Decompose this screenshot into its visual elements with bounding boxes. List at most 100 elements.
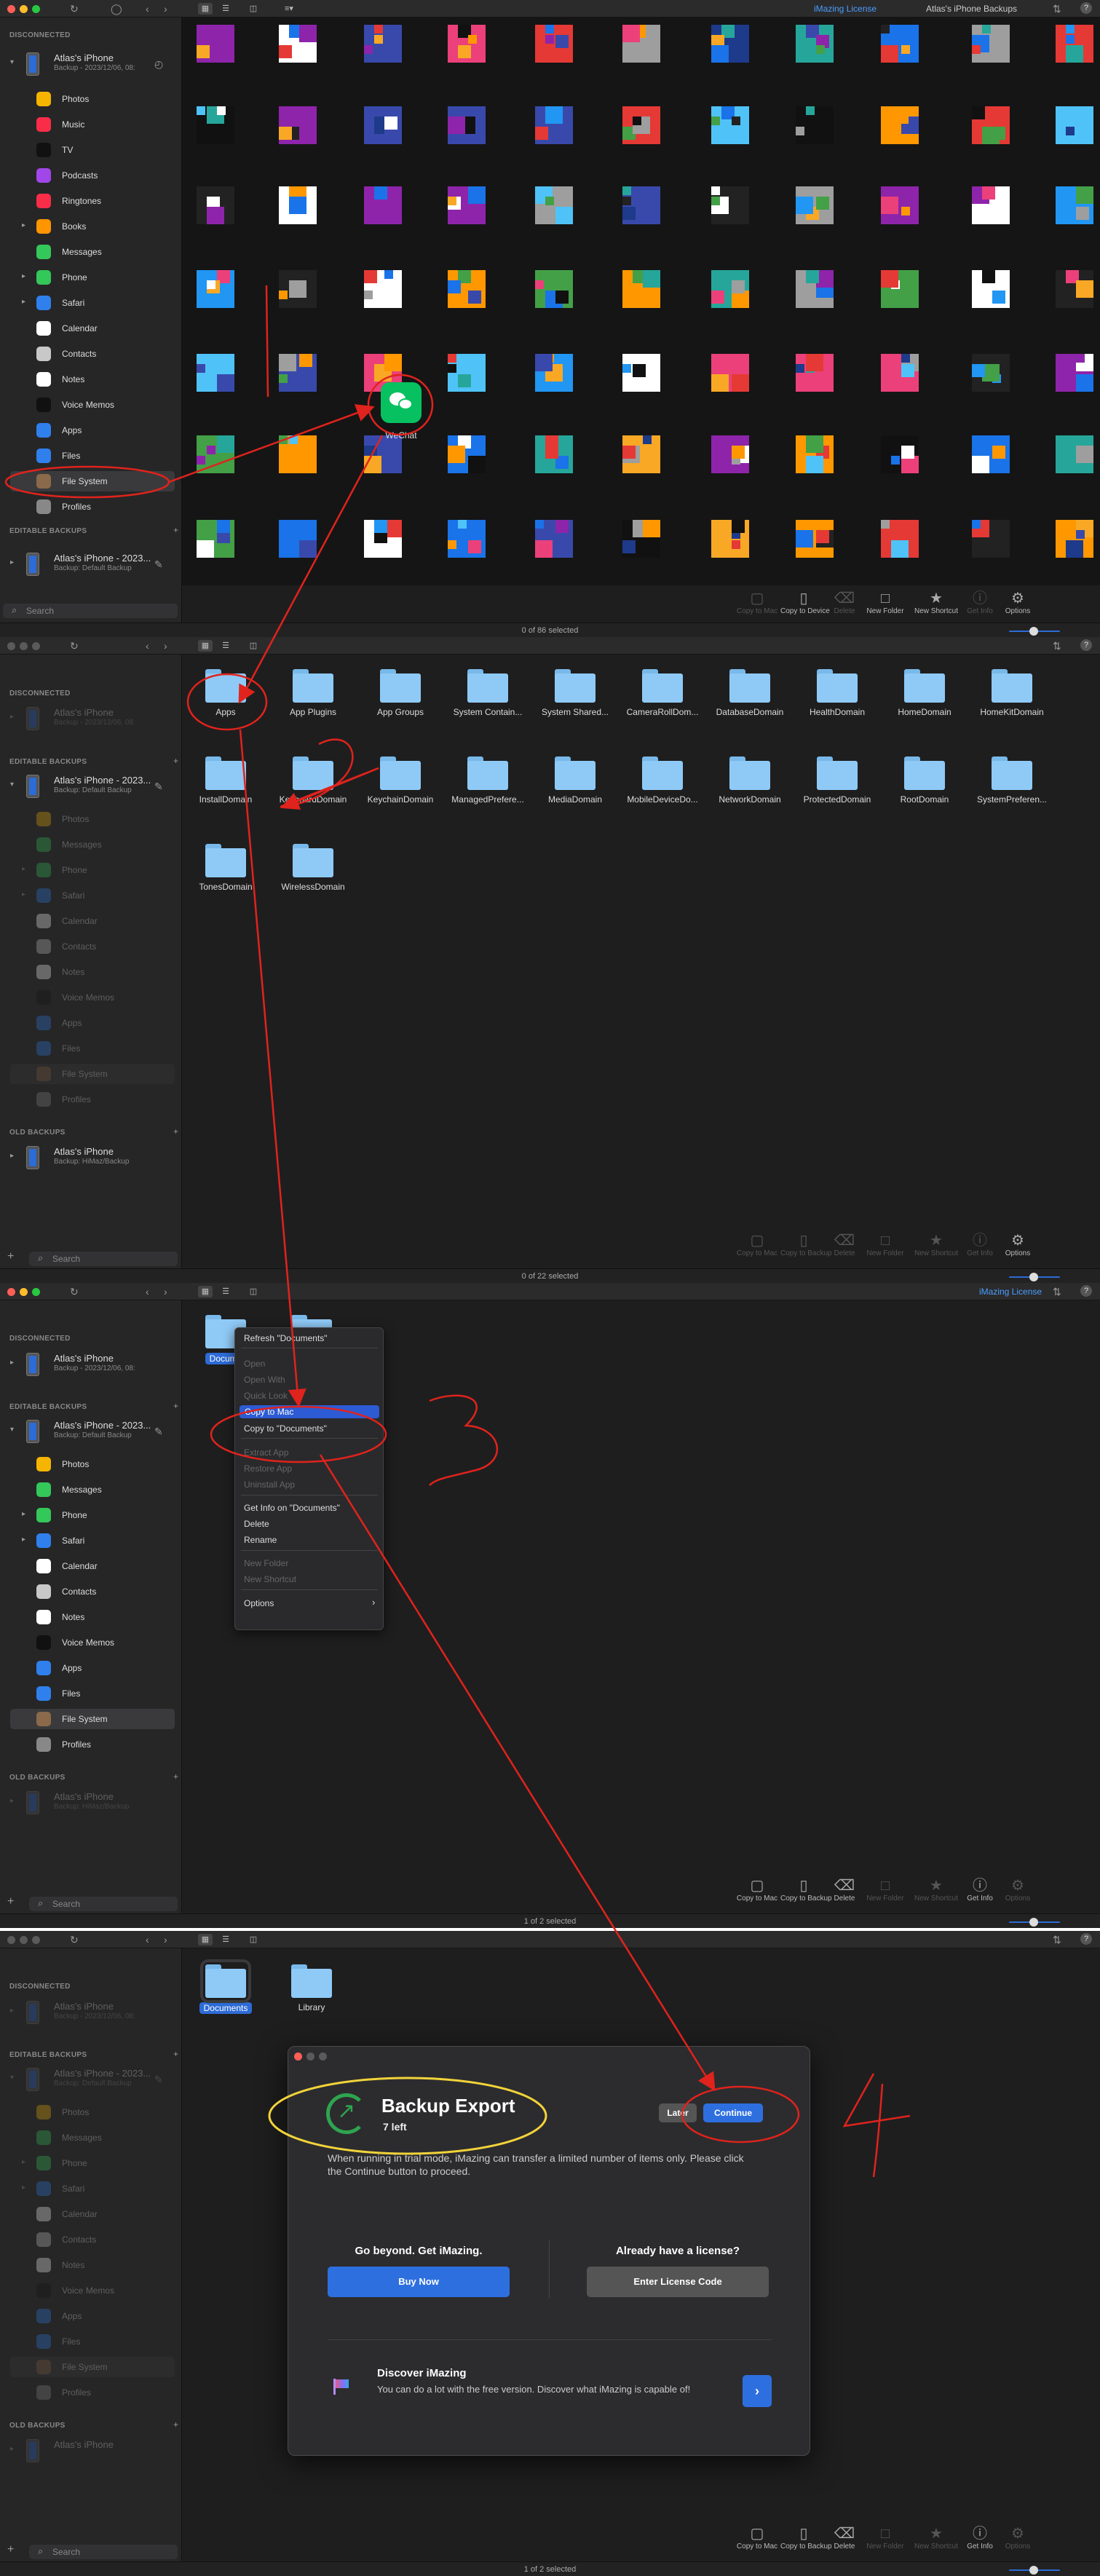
menu-quick-look[interactable]: Quick Look: [244, 1391, 288, 1401]
add-icon[interactable]: +: [7, 2543, 14, 2556]
app-icon[interactable]: [197, 270, 234, 314]
sidebar-item-notes[interactable]: Notes: [10, 1607, 175, 1627]
copy-to-mac-button[interactable]: ▢ Copy to Mac: [734, 1877, 780, 1903]
copy-to-backup-button[interactable]: ▯ Copy to Backup: [780, 1232, 832, 1257]
minimize-window-button[interactable]: [20, 1936, 28, 1944]
domain-folder[interactable]: MediaDomain: [531, 756, 619, 805]
sidebar-item-podcasts[interactable]: Podcasts: [10, 165, 175, 186]
sidebar-item-voice-memos[interactable]: Voice Memos: [10, 395, 175, 415]
app-icon[interactable]: [197, 186, 234, 230]
app-icon[interactable]: [711, 354, 749, 398]
app-icon[interactable]: [1056, 186, 1093, 230]
app-icon[interactable]: [1056, 106, 1093, 150]
menu-copy-to-documents[interactable]: Copy to "Documents": [244, 1423, 327, 1434]
sidebar-item-profiles[interactable]: Profiles: [10, 1734, 175, 1755]
chevron-right-icon[interactable]: ▸: [10, 1152, 14, 1160]
menu-rename[interactable]: Rename: [244, 1535, 277, 1545]
add-old-backup-icon[interactable]: +: [173, 1771, 178, 1782]
chevron-right-icon[interactable]: ▸: [22, 2158, 25, 2166]
app-icon[interactable]: [1056, 435, 1093, 479]
app-icon[interactable]: [881, 354, 919, 398]
sidebar-item-messages[interactable]: Messages: [10, 2127, 175, 2148]
domain-folder[interactable]: HomeDomain: [881, 669, 968, 717]
back-icon[interactable]: ‹: [146, 1286, 149, 1297]
sidebar-item-apps[interactable]: Apps: [10, 2306, 175, 2326]
delete-button[interactable]: ⌫ Delete: [821, 1232, 868, 1257]
domain-folder[interactable]: RootDomain: [881, 756, 968, 805]
chevron-right-icon[interactable]: ▸: [10, 558, 14, 566]
chevron-down-icon[interactable]: ▾: [10, 58, 14, 66]
backups-label[interactable]: Atlas's iPhone Backups: [926, 4, 1017, 14]
add-icon[interactable]: +: [7, 1250, 14, 1263]
edit-icon[interactable]: ✎: [154, 558, 163, 571]
app-icon[interactable]: [279, 270, 317, 314]
sidebar-item-photos[interactable]: Photos: [10, 2102, 175, 2122]
app-icon[interactable]: [711, 106, 749, 150]
app-icon[interactable]: [535, 106, 573, 150]
chevron-right-icon[interactable]: ▸: [22, 1536, 25, 1544]
zoom-slider[interactable]: [1009, 2566, 1060, 2575]
domain-folder[interactable]: NetworkDomain: [706, 756, 794, 805]
sidebar-item-safari[interactable]: ▸ Safari: [10, 2178, 175, 2199]
app-icon[interactable]: [796, 435, 834, 479]
old-backup-device[interactable]: ▸ Atlas's iPhone Backup: HiMaz/Backup: [7, 1145, 182, 1174]
minimize-window-button[interactable]: [20, 5, 28, 13]
sidebar-item-contacts[interactable]: Contacts: [10, 2229, 175, 2250]
copy-to-mac-button[interactable]: ▢ Copy to Mac: [734, 590, 780, 615]
column-view-button[interactable]: ◫: [246, 640, 261, 652]
app-icon[interactable]: [711, 270, 749, 314]
menu-refresh[interactable]: Refresh "Documents": [244, 1333, 328, 1343]
app-icon[interactable]: [881, 270, 919, 314]
forward-icon[interactable]: ›: [164, 1934, 167, 1945]
chevron-right-icon[interactable]: ▸: [22, 1510, 25, 1518]
copy-to-backup-button[interactable]: ▯ Copy to Backup: [780, 2525, 832, 2551]
app-icon[interactable]: [711, 186, 749, 230]
sidebar-item-messages[interactable]: Messages: [10, 1479, 175, 1500]
copy-to-mac-button[interactable]: ▢ Copy to Mac: [734, 1232, 780, 1257]
app-icon[interactable]: [279, 25, 317, 68]
app-icon[interactable]: [881, 186, 919, 230]
delete-button[interactable]: ⌫ Delete: [821, 2525, 868, 2551]
options-button[interactable]: ⚙ Options: [994, 1232, 1041, 1257]
sidebar-item-messages[interactable]: Messages: [10, 834, 175, 855]
menu-extract-app[interactable]: Extract App: [244, 1447, 288, 1458]
chevron-right-icon[interactable]: ▸: [10, 2007, 14, 2015]
grid-view-button[interactable]: ▦: [198, 1934, 213, 1945]
close-window-button[interactable]: [7, 5, 15, 13]
chevron-right-icon[interactable]: ▸: [22, 2184, 25, 2192]
app-icon[interactable]: [711, 435, 749, 479]
search-input[interactable]: Search: [29, 1897, 178, 1911]
transfer-icon[interactable]: ⇅: [1053, 1286, 1061, 1297]
chevron-down-icon[interactable]: ▾: [10, 1426, 14, 1434]
domain-folder[interactable]: TonesDomain: [182, 844, 269, 892]
old-backup-device[interactable]: ▸ Atlas's iPhone Backup: HiMaz/Backup: [7, 1790, 182, 1819]
sidebar-item-apps[interactable]: Apps: [10, 1013, 175, 1033]
app-icon[interactable]: [279, 520, 317, 564]
list-view-button[interactable]: ☰: [218, 640, 233, 652]
menu-open[interactable]: Open: [244, 1359, 265, 1369]
menu-delete[interactable]: Delete: [244, 1519, 269, 1529]
chevron-right-icon[interactable]: ▸: [10, 2445, 14, 2453]
app-icon[interactable]: [448, 106, 486, 150]
sort-menu-button[interactable]: ≡▾: [278, 3, 300, 15]
sidebar-item-music[interactable]: Music: [10, 114, 175, 135]
app-icon[interactable]: [796, 520, 834, 564]
domain-folder[interactable]: ProtectedDomain: [794, 756, 881, 805]
menu-copy-to-mac[interactable]: Copy to Mac: [240, 1405, 379, 1418]
sidebar-item-safari[interactable]: ▸ Safari: [10, 1530, 175, 1551]
sidebar-item-file-system[interactable]: File System: [10, 1064, 175, 1084]
domain-folder[interactable]: HealthDomain: [794, 669, 881, 717]
imazing-license-link[interactable]: iMazing License: [814, 4, 877, 14]
app-icon[interactable]: [881, 435, 919, 479]
minimize-window-button[interactable]: [20, 642, 28, 650]
domain-folder[interactable]: System Contain...: [444, 669, 531, 717]
search-input[interactable]: Search: [29, 2545, 178, 2559]
app-icon[interactable]: [197, 354, 234, 398]
app-icon[interactable]: [1056, 25, 1093, 68]
refresh-icon[interactable]: ↻: [70, 640, 79, 652]
domain-folder[interactable]: ManagedPrefere...: [444, 756, 531, 805]
close-window-button[interactable]: [7, 642, 15, 650]
list-view-button[interactable]: ☰: [218, 1286, 233, 1297]
sidebar-item-calendar[interactable]: Calendar: [10, 1556, 175, 1576]
forward-icon[interactable]: ›: [164, 1286, 167, 1297]
